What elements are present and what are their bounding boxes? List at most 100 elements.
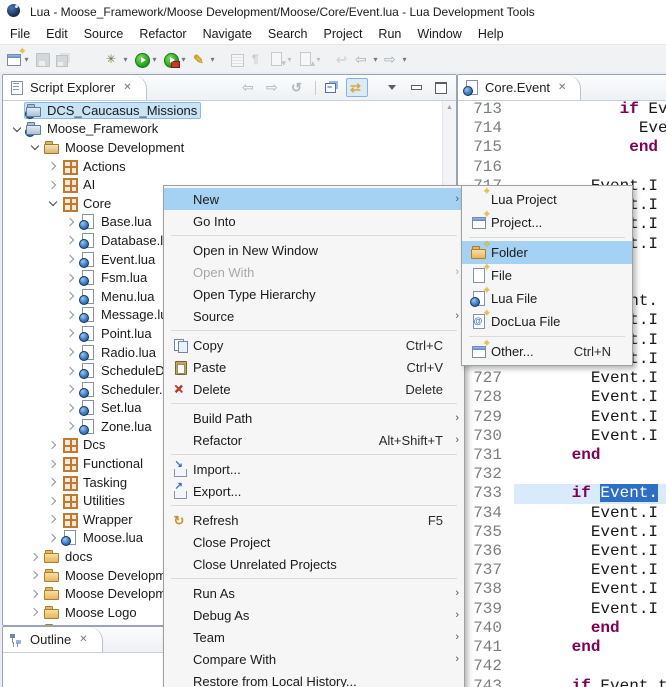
menu-item-lua-file[interactable]: ✦Lua File (462, 287, 632, 310)
chevron-collapsed-icon[interactable] (63, 368, 79, 374)
tab-core-event[interactable]: Core.Event ✕ (458, 75, 581, 100)
view-forward-button[interactable] (263, 78, 285, 97)
menu-item-debug-as[interactable]: Debug As› (164, 604, 464, 626)
menu-item-doclua-file[interactable]: ✦DocLua File (462, 310, 632, 333)
menu-item-folder[interactable]: ✦Folder (462, 241, 632, 264)
menu-search[interactable]: Search (260, 25, 316, 43)
menu-item-lua-project[interactable]: ✦Lua Project (462, 188, 632, 211)
chevron-collapsed-icon[interactable] (27, 554, 43, 560)
debug-button[interactable]: ▾ (104, 47, 131, 71)
menu-item-export[interactable]: Export... (164, 480, 464, 502)
chevron-collapsed-icon[interactable] (45, 535, 61, 541)
last-edit-location-button[interactable] (334, 47, 352, 71)
tree-item[interactable]: DCS_Caucasus_Missions (3, 101, 443, 120)
chevron-collapsed-icon[interactable] (63, 256, 79, 262)
dropdown-arrow-icon[interactable]: ▾ (208, 55, 217, 64)
chevron-collapsed-icon[interactable] (63, 219, 79, 225)
chevron-collapsed-icon[interactable] (45, 461, 61, 467)
menu-item-file[interactable]: ✦File (462, 264, 632, 287)
collapse-all-button[interactable] (322, 78, 344, 97)
tab-script-explorer[interactable]: Script Explorer ✕ (3, 75, 147, 100)
chevron-collapsed-icon[interactable] (63, 405, 79, 411)
menu-item-build-path[interactable]: Build Path› (164, 407, 464, 429)
new-wizard-button[interactable]: ✦▾ (5, 47, 32, 71)
menu-item-open-with[interactable]: Open With› (164, 261, 464, 283)
tab-outline[interactable]: Outline ✕ (3, 627, 103, 652)
menu-edit[interactable]: Edit (38, 25, 76, 43)
chevron-collapsed-icon[interactable] (63, 386, 79, 392)
menu-item-open-type-hierarchy[interactable]: Open Type Hierarchy (164, 283, 464, 305)
menu-item-close-project[interactable]: Close Project (164, 531, 464, 553)
next-annotation-button[interactable]: ▾ (268, 47, 295, 71)
menu-item-refresh[interactable]: RefreshF5 (164, 509, 464, 531)
open-element-button[interactable] (228, 47, 246, 71)
dropdown-arrow-icon[interactable]: ▾ (121, 55, 130, 64)
back-button[interactable]: ▾ (354, 47, 381, 71)
menu-item-paste[interactable]: PasteCtrl+V (164, 356, 464, 378)
chevron-expanded-icon[interactable] (45, 201, 61, 205)
menu-refactor[interactable]: Refactor (131, 25, 194, 43)
chevron-collapsed-icon[interactable] (63, 330, 79, 336)
menu-item-project[interactable]: ✦Project... (462, 211, 632, 234)
menu-item-import[interactable]: Import... (164, 458, 464, 480)
tree-item[interactable]: Moose_Framework (3, 120, 443, 139)
save-button[interactable] (34, 47, 52, 71)
chevron-collapsed-icon[interactable] (63, 237, 79, 243)
view-back-button[interactable] (239, 78, 261, 97)
show-whitespace-button[interactable] (248, 47, 266, 71)
menu-item-team[interactable]: Team› (164, 626, 464, 648)
menu-help[interactable]: Help (470, 25, 512, 43)
menu-item-new[interactable]: New› (164, 188, 464, 210)
chevron-collapsed-icon[interactable] (45, 163, 61, 169)
dropdown-arrow-icon[interactable]: ▾ (285, 55, 294, 64)
chevron-collapsed-icon[interactable] (63, 275, 79, 281)
menu-item-close-unrelated-projects[interactable]: Close Unrelated Projects (164, 553, 464, 575)
chevron-collapsed-icon[interactable] (45, 182, 61, 188)
menu-run[interactable]: Run (370, 25, 409, 43)
chevron-collapsed-icon[interactable] (63, 312, 79, 318)
scroll-up-icon[interactable]: ▲ (446, 104, 453, 111)
prev-annotation-button[interactable]: ▾ (297, 47, 324, 71)
save-all-button[interactable] (54, 47, 72, 71)
view-menu-button[interactable] (382, 78, 404, 97)
menu-project[interactable]: Project (316, 25, 371, 43)
menu-item-go-into[interactable]: Go Into (164, 210, 464, 232)
dropdown-arrow-icon[interactable]: ▾ (179, 55, 188, 64)
tree-item[interactable]: Actions (3, 157, 443, 176)
menu-source[interactable]: Source (76, 25, 132, 43)
tree-item[interactable]: Moose Development (3, 138, 443, 157)
menu-item-open-in-new-window[interactable]: Open in New Window (164, 239, 464, 261)
chevron-collapsed-icon[interactable] (63, 293, 79, 299)
chevron-expanded-icon[interactable] (9, 127, 25, 131)
chevron-collapsed-icon[interactable] (45, 479, 61, 485)
menu-item-restore-from-local-history[interactable]: Restore from Local History... (164, 670, 464, 687)
chevron-collapsed-icon[interactable] (45, 498, 61, 504)
menu-item-compare-with[interactable]: Compare With› (164, 648, 464, 670)
close-icon[interactable]: ✕ (123, 82, 131, 93)
link-with-editor-button[interactable] (346, 78, 368, 97)
chevron-collapsed-icon[interactable] (27, 572, 43, 578)
minimize-button[interactable] (406, 78, 428, 97)
run-button[interactable]: ▾ (133, 47, 160, 71)
dropdown-arrow-icon[interactable]: ▾ (400, 55, 409, 64)
chevron-collapsed-icon[interactable] (45, 442, 61, 448)
go-up-button[interactable] (287, 78, 309, 97)
menu-navigate[interactable]: Navigate (195, 25, 260, 43)
menu-item-source[interactable]: Source› (164, 305, 464, 327)
dropdown-arrow-icon[interactable]: ▾ (371, 55, 380, 64)
chevron-expanded-icon[interactable] (27, 145, 43, 149)
menu-item-copy[interactable]: CopyCtrl+C (164, 334, 464, 356)
close-icon[interactable]: ✕ (79, 634, 87, 645)
maximize-button[interactable] (430, 78, 452, 97)
chevron-collapsed-icon[interactable] (45, 516, 61, 522)
menu-item-refactor[interactable]: RefactorAlt+Shift+T› (164, 429, 464, 451)
menu-item-delete[interactable]: DeleteDelete (164, 378, 464, 400)
chevron-collapsed-icon[interactable] (63, 423, 79, 429)
chevron-collapsed-icon[interactable] (63, 349, 79, 355)
forward-button[interactable]: ▾ (383, 47, 410, 71)
dropdown-arrow-icon[interactable]: ▾ (150, 55, 159, 64)
menu-item-run-as[interactable]: Run As› (164, 582, 464, 604)
chevron-collapsed-icon[interactable] (27, 609, 43, 615)
chevron-collapsed-icon[interactable] (27, 591, 43, 597)
close-icon[interactable]: ✕ (558, 82, 566, 93)
